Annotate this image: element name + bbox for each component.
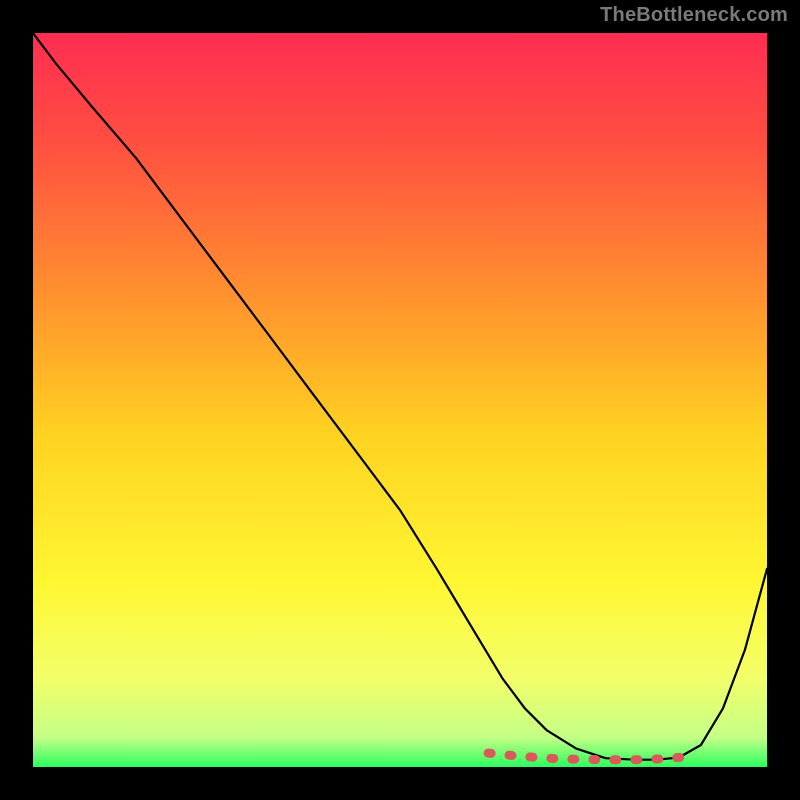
plot-area <box>33 33 767 767</box>
chart-container: TheBottleneck.com <box>0 0 800 800</box>
plot-svg <box>33 33 767 767</box>
watermark-text: TheBottleneck.com <box>600 4 788 27</box>
gradient-background <box>33 33 767 767</box>
